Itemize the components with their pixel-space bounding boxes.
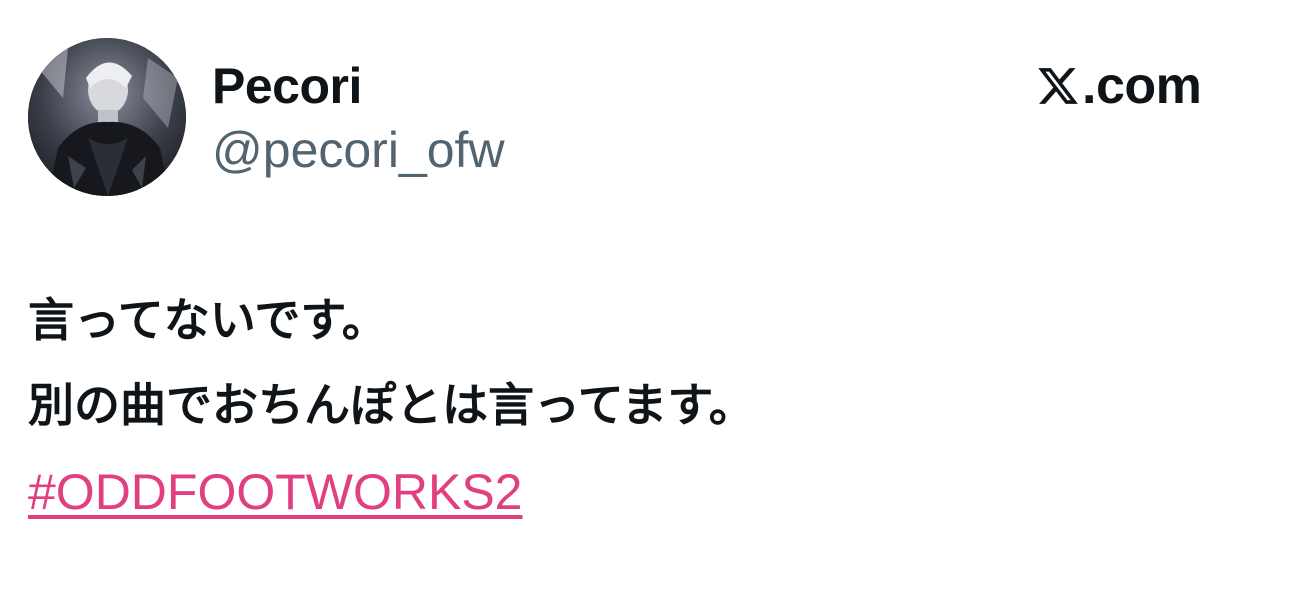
- avatar[interactable]: [28, 38, 186, 196]
- profile-photo-icon: [28, 38, 186, 196]
- hashtag-link[interactable]: #ODDFOOTWORKS2: [28, 462, 522, 522]
- display-name[interactable]: Pecori: [212, 56, 362, 116]
- tweet-text-line: 言ってないです。: [28, 293, 388, 347]
- x-logo-icon: [1038, 68, 1078, 104]
- brand-link[interactable]: .com: [1036, 56, 1202, 116]
- tweet-text-line: 別の曲でおちんぽとは言ってます。: [28, 378, 755, 432]
- brand-label: .com: [1082, 57, 1202, 115]
- tweet-card: Pecori @pecori_ofw .com 言ってないです。 別の曲でおちん…: [0, 0, 1290, 590]
- user-handle[interactable]: @pecori_ofw: [212, 120, 505, 180]
